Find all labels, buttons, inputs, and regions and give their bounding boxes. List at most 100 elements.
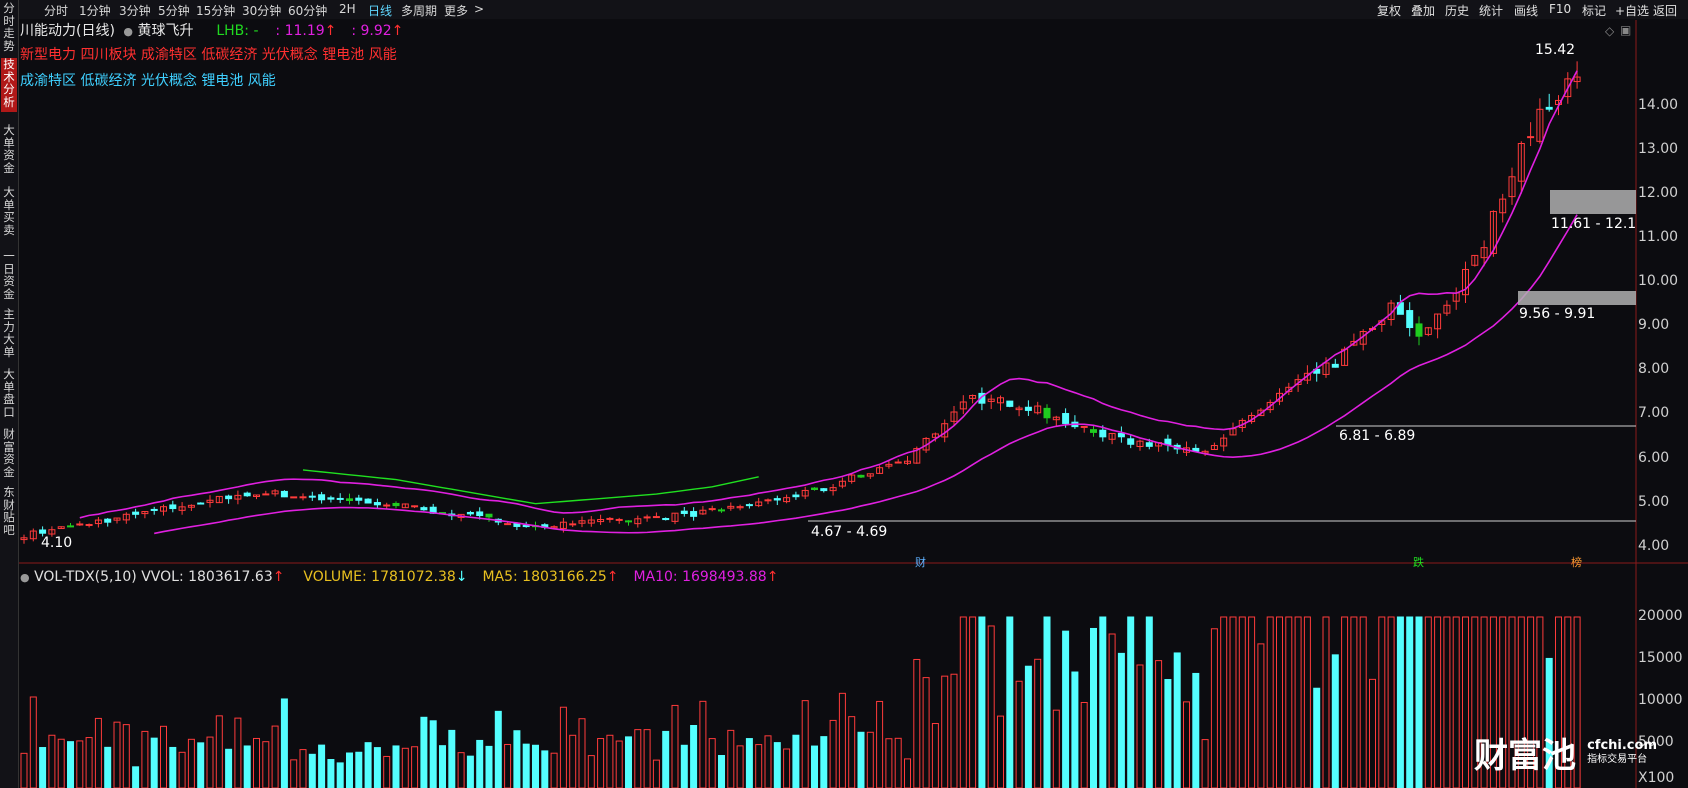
candle-body bbox=[708, 508, 716, 511]
price-tick: 12.00 bbox=[1638, 185, 1679, 201]
concept-tags-red[interactable]: 新型电力 四川板块 成渝特区 低碳经济 光伏概念 锂电池 风能 bbox=[20, 44, 397, 64]
volume-bar bbox=[336, 762, 344, 788]
volume-bar bbox=[541, 750, 549, 788]
up-arrow-icon: ↑ bbox=[766, 569, 779, 585]
candle-body bbox=[373, 502, 381, 506]
volume-bar bbox=[76, 740, 84, 788]
diamond-icon[interactable]: ◇ bbox=[1605, 24, 1614, 38]
event-marker[interactable]: 跌 bbox=[1413, 554, 1424, 570]
volume-bar bbox=[1052, 709, 1060, 788]
candle-body bbox=[773, 498, 781, 501]
concept-tags-cyan[interactable]: 成渝特区 低碳经济 光伏概念 锂电池 风能 bbox=[20, 70, 276, 90]
volume-bar bbox=[420, 716, 428, 788]
vvol-value: VVOL: 1803617.63 bbox=[141, 569, 273, 585]
volume-bar bbox=[522, 743, 530, 788]
volume-bar bbox=[1369, 678, 1376, 788]
volume-bar bbox=[1071, 671, 1079, 788]
price-tick: 11.00 bbox=[1638, 229, 1679, 245]
volume-bar bbox=[1164, 679, 1172, 788]
watermark-slogan: 指标交易平台 bbox=[1587, 753, 1648, 765]
candle-body bbox=[680, 510, 688, 514]
candle-body bbox=[569, 523, 577, 526]
candle-body bbox=[280, 490, 288, 498]
volume-bar bbox=[532, 744, 539, 788]
volume-bar bbox=[85, 737, 93, 788]
volume-bar bbox=[569, 734, 577, 788]
vol-title[interactable]: VOL-TDX(5,10) bbox=[34, 569, 137, 585]
candle-body bbox=[625, 520, 632, 523]
volume-bar bbox=[271, 725, 279, 788]
volume-bar bbox=[234, 717, 242, 788]
candle-body bbox=[243, 492, 251, 497]
volume-bar bbox=[792, 734, 800, 788]
candle-body bbox=[132, 511, 140, 515]
collapse-circle-icon[interactable]: ● bbox=[20, 571, 30, 584]
candle-body bbox=[76, 523, 84, 526]
candle-body bbox=[1527, 136, 1535, 139]
volume-bar bbox=[1462, 616, 1469, 788]
volume-bar bbox=[346, 752, 353, 788]
value-2: : 9.92 bbox=[351, 23, 392, 39]
candle-body bbox=[411, 505, 419, 508]
ma5-value: MA5: 1803166.25 bbox=[482, 569, 607, 585]
volume-bar bbox=[215, 715, 223, 788]
volume-bar bbox=[1090, 627, 1097, 788]
volume-bar bbox=[150, 737, 158, 788]
candle-body bbox=[355, 497, 363, 501]
ma10-value: MA10: 1698493.88 bbox=[633, 569, 767, 585]
candle-body bbox=[1080, 425, 1088, 428]
volume-bar bbox=[1229, 616, 1237, 788]
window-icon[interactable]: ▣ bbox=[1620, 23, 1631, 37]
price-tick: 13.00 bbox=[1638, 141, 1679, 157]
volume-bar bbox=[513, 730, 521, 788]
candle-body bbox=[262, 493, 270, 496]
price-tick: 4.00 bbox=[1638, 538, 1670, 554]
kline-chart[interactable] bbox=[0, 0, 1688, 788]
volume-bar bbox=[1136, 664, 1144, 788]
volume-bar bbox=[262, 741, 270, 788]
volume-bar bbox=[597, 738, 605, 788]
value-1: : 11.19 bbox=[275, 23, 325, 39]
volume-bar bbox=[280, 698, 288, 788]
up-arrow-icon: ↑ bbox=[324, 23, 337, 39]
volume-bar bbox=[122, 724, 130, 788]
volume-bar bbox=[178, 751, 186, 788]
candle-body bbox=[67, 525, 74, 528]
volume-bar bbox=[708, 738, 716, 788]
volume-bar bbox=[690, 725, 698, 788]
candle-body bbox=[1006, 400, 1014, 407]
candle-body bbox=[606, 517, 614, 520]
volume-bar bbox=[615, 740, 623, 788]
candle-body bbox=[225, 495, 233, 500]
volume-bar bbox=[997, 715, 1004, 788]
high-price-label: 15.42 bbox=[1535, 42, 1576, 58]
volume-bar bbox=[327, 759, 335, 788]
volume-bar bbox=[1173, 652, 1181, 788]
event-marker[interactable]: 榜 bbox=[1571, 554, 1582, 570]
volume-bar bbox=[1220, 616, 1228, 788]
volume-bar bbox=[755, 744, 763, 788]
volume-bar bbox=[866, 731, 874, 788]
candle-body bbox=[652, 516, 660, 519]
volume-bar bbox=[132, 766, 140, 788]
candle-body bbox=[745, 504, 753, 507]
volume-bar bbox=[1257, 643, 1265, 788]
up-arrow-icon: ↑ bbox=[391, 23, 404, 39]
stock-info-line: 川能动力(日线) ● 黄球飞升 LHB: - : 11.19↑ : 9.92↑ bbox=[20, 20, 403, 40]
volume-bar bbox=[318, 744, 326, 788]
dropdown-circle-icon[interactable]: ● bbox=[123, 25, 133, 38]
volume-bar bbox=[745, 738, 753, 788]
volume-bar bbox=[1359, 616, 1367, 788]
volume-value: VOLUME: 1781072.38 bbox=[303, 569, 456, 585]
candle-body bbox=[1145, 442, 1153, 447]
lhb-value: LHB: - bbox=[216, 23, 259, 39]
down-arrow-icon: ↓ bbox=[455, 569, 468, 585]
volume-bar bbox=[1341, 616, 1349, 788]
volume-bar bbox=[383, 755, 391, 788]
event-marker[interactable]: 财 bbox=[915, 554, 926, 570]
candle-body bbox=[485, 513, 493, 518]
indicator-name[interactable]: 黄球飞升 bbox=[137, 23, 193, 39]
volume-bar bbox=[876, 700, 884, 788]
volume-bar bbox=[57, 738, 65, 788]
candle-body bbox=[1062, 413, 1070, 424]
